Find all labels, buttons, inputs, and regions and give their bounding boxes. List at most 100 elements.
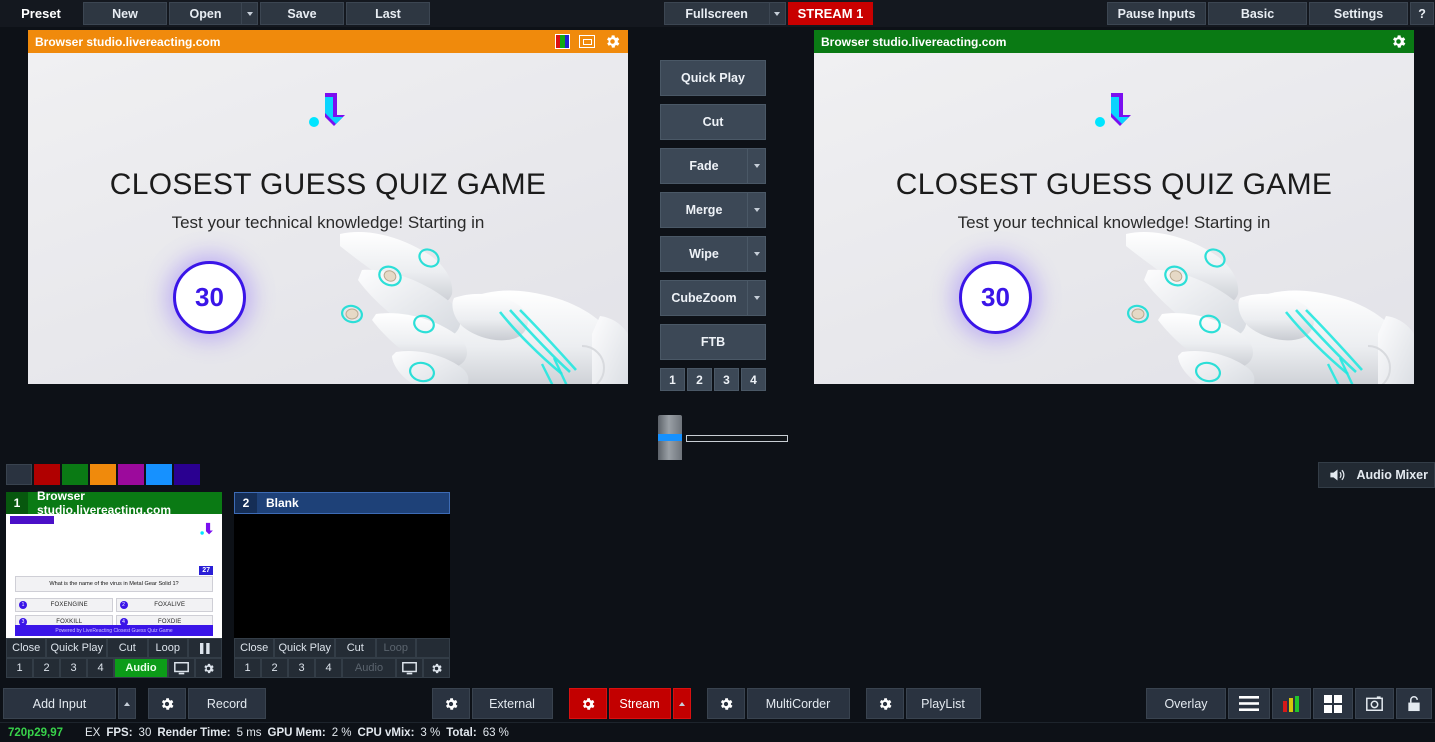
input-1-display-button[interactable] (168, 658, 195, 678)
open-button[interactable]: Open (169, 2, 241, 25)
input-2-number-1[interactable]: 1 (234, 658, 261, 678)
input-1-loop-button[interactable]: Loop (147, 638, 188, 658)
transition-fade-button[interactable]: Fade (660, 148, 766, 184)
stream1-indicator[interactable]: STREAM 1 (787, 2, 874, 25)
camera-icon (1366, 696, 1383, 711)
transition-ftb-button[interactable]: FTB (660, 324, 766, 360)
input-1-number-2[interactable]: 2 (33, 658, 60, 678)
input-1-cut-button[interactable]: Cut (107, 638, 148, 658)
transition-cut-button[interactable]: Cut (660, 104, 766, 140)
status-resolution: 720p29,97 (8, 726, 63, 739)
input-2-cut-button[interactable]: Cut (335, 638, 376, 658)
input-1-thumbnail[interactable]: 27 What is the name of the virus in Meta… (6, 514, 222, 638)
add-input-button[interactable]: Add Input (3, 688, 116, 719)
last-button[interactable]: Last (346, 2, 430, 25)
layout-grid-button[interactable] (1313, 688, 1353, 719)
gear-icon[interactable] (604, 33, 621, 50)
quiz-option-label: FOXALIVE (154, 602, 186, 608)
transition-number-1[interactable]: 1 (660, 368, 685, 391)
input-1-audio-button[interactable]: Audio (114, 658, 168, 678)
external-button[interactable]: External (471, 688, 553, 719)
swatch-magenta[interactable] (118, 464, 144, 485)
program-video-area[interactable]: CLOSEST GUESS QUIZ GAME Test your techni… (814, 53, 1414, 384)
bottom-toolbar: Add Input Record External Stream MultiCo… (0, 685, 1435, 722)
quiz-progress-bar (10, 516, 54, 524)
input-2-header[interactable]: 2 Blank (234, 492, 450, 514)
record-settings-button[interactable] (148, 688, 186, 719)
help-button[interactable]: ? (1410, 2, 1435, 25)
input-2-number-2[interactable]: 2 (261, 658, 288, 678)
transition-wipe-arrow[interactable] (747, 237, 765, 271)
input-1-settings-button[interactable] (195, 658, 222, 678)
save-button[interactable]: Save (260, 2, 344, 25)
swatch-green[interactable] (62, 464, 88, 485)
swatch-purple[interactable] (174, 464, 200, 485)
input-2-thumbnail[interactable] (234, 514, 450, 638)
quiz-option-number: 2 (119, 601, 128, 609)
preview-video-area[interactable]: CLOSEST GUESS QUIZ GAME Test your techni… (28, 53, 628, 384)
swatch-blue[interactable] (146, 464, 172, 485)
swatch-orange[interactable] (90, 464, 116, 485)
transition-wipe-button[interactable]: Wipe (660, 236, 766, 272)
record-button[interactable]: Record (188, 688, 266, 719)
input-1-number-4[interactable]: 4 (87, 658, 114, 678)
external-settings-button[interactable] (431, 688, 470, 719)
transition-number-3[interactable]: 3 (714, 368, 739, 391)
input-1-number-1[interactable]: 1 (6, 658, 33, 678)
input-2-quick-play-button[interactable]: Quick Play (274, 638, 336, 658)
window-icon[interactable] (579, 35, 595, 48)
t-bar-track[interactable] (686, 435, 788, 442)
stream-settings-button[interactable] (568, 688, 607, 719)
input-1-header[interactable]: 1 Browser studio.livereacting.com (6, 489, 222, 517)
transition-number-4[interactable]: 4 (741, 368, 766, 391)
swatch-none[interactable] (6, 464, 32, 485)
basic-button[interactable]: Basic (1208, 2, 1308, 25)
input-2-close-button[interactable]: Close (234, 638, 275, 658)
quiz-option[interactable]: 1 FOXENGINE (15, 598, 113, 612)
fullscreen-button[interactable]: Fullscreen (663, 2, 769, 25)
playlist-settings-button[interactable] (865, 688, 904, 719)
swatch-red[interactable] (34, 464, 60, 485)
input-1-number-3[interactable]: 3 (60, 658, 87, 678)
transition-cubezoom-arrow[interactable] (747, 281, 765, 315)
settings-button[interactable]: Settings (1309, 2, 1409, 25)
input-2-number-3[interactable]: 3 (288, 658, 315, 678)
menu-button[interactable] (1228, 688, 1270, 719)
input-2-display-button[interactable] (396, 658, 423, 678)
add-input-dropdown-arrow[interactable] (118, 688, 136, 719)
multicorder-button[interactable]: MultiCorder (746, 688, 850, 719)
gear-icon[interactable] (1390, 33, 1407, 50)
audio-mixer-button[interactable]: Audio Mixer (1318, 462, 1435, 488)
lock-button[interactable] (1396, 688, 1432, 719)
transition-number-2[interactable]: 2 (687, 368, 712, 391)
overlay-button[interactable]: Overlay (1146, 688, 1226, 719)
transition-cubezoom-button[interactable]: CubeZoom (660, 280, 766, 316)
open-dropdown-arrow[interactable] (241, 2, 258, 25)
snapshot-button[interactable] (1355, 688, 1394, 719)
pause-inputs-button[interactable]: Pause Inputs (1107, 2, 1207, 25)
input-2-settings-button[interactable] (423, 658, 450, 678)
open-button-group[interactable]: Open (169, 2, 258, 25)
input-1-quick-play-button[interactable]: Quick Play (46, 638, 108, 658)
fullscreen-button-group[interactable]: Fullscreen (663, 2, 786, 25)
color-bars-icon[interactable] (555, 34, 570, 49)
stream-button[interactable]: Stream (608, 688, 671, 719)
input-1-close-button[interactable]: Close (6, 638, 47, 658)
transition-merge-arrow[interactable] (747, 193, 765, 227)
preset-label: Preset (21, 6, 61, 21)
transition-merge-button[interactable]: Merge (660, 192, 766, 228)
stream-dropdown-arrow[interactable] (672, 688, 691, 719)
toolbar-spacer-right (874, 0, 1106, 27)
new-button[interactable]: New (83, 2, 167, 25)
quiz-option[interactable]: 2 FOXALIVE (115, 598, 213, 612)
transition-fade-arrow[interactable] (747, 149, 765, 183)
transition-quick-play-button[interactable]: Quick Play (660, 60, 766, 96)
bottom-spacer-2 (982, 688, 1146, 719)
robot-hand-image (340, 232, 628, 384)
multicorder-settings-button[interactable] (706, 688, 745, 719)
input-2-number-4[interactable]: 4 (315, 658, 342, 678)
input-1-pause-button[interactable] (187, 638, 222, 658)
playlist-button[interactable]: PlayList (905, 688, 981, 719)
audio-meter-button[interactable] (1272, 688, 1311, 719)
fullscreen-dropdown-arrow[interactable] (768, 2, 786, 25)
